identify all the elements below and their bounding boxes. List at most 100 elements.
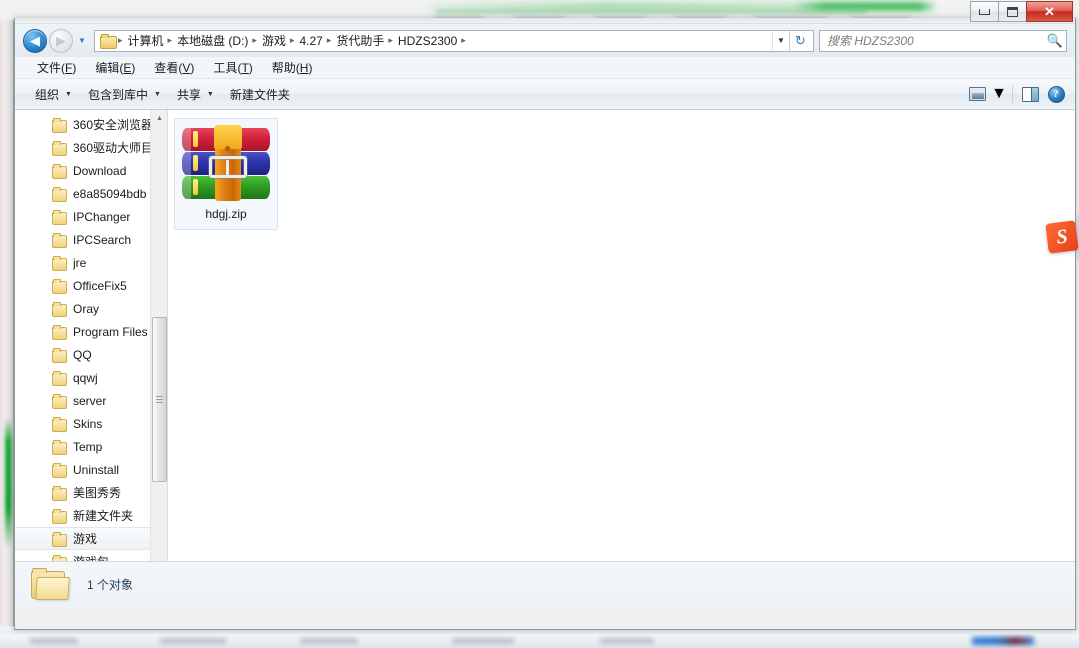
search-placeholder: 搜索 HDZS2300 — [827, 34, 914, 48]
taskbar-item[interactable] — [452, 638, 514, 644]
taskbar-item[interactable] — [600, 638, 654, 644]
close-button[interactable]: ✕ — [1026, 1, 1073, 22]
tree-item-label: server — [73, 393, 107, 408]
taskbar[interactable] — [0, 634, 1079, 648]
folder-icon — [51, 439, 67, 455]
breadcrumb-separator[interactable]: ▸ — [326, 35, 334, 46]
folder-icon — [51, 347, 67, 363]
refresh-button[interactable]: ↻ — [789, 30, 811, 51]
history-dropdown-button[interactable]: ▼ — [74, 30, 90, 52]
scroll-up-button[interactable]: ▲ — [151, 110, 167, 127]
folder-icon — [100, 33, 117, 49]
new-folder-button[interactable]: 新建文件夹 — [222, 82, 298, 107]
search-icon: 🔍 — [1046, 32, 1064, 48]
breadcrumb-item-3[interactable]: 4.27 — [296, 34, 325, 48]
tree-item-ipchanger[interactable]: IPChanger — [15, 205, 167, 228]
breadcrumb-item-5[interactable]: HDZS2300 — [395, 34, 460, 48]
tree-item-ipcsearch[interactable]: IPCSearch — [15, 228, 167, 251]
minimize-button[interactable] — [970, 1, 999, 22]
window-controls[interactable]: ✕ — [970, 1, 1073, 22]
menu-item-edit-label: 编辑 — [95, 61, 120, 75]
taskbar-item[interactable] — [300, 638, 358, 644]
tree-item-label: OfficeFix5 — [73, 278, 127, 293]
tree-item-qqwj[interactable]: qqwj — [15, 366, 167, 389]
breadcrumb-item-0[interactable]: 计算机 — [125, 32, 167, 49]
breadcrumb-separator[interactable]: ▸ — [251, 35, 259, 46]
folder-icon — [51, 416, 67, 432]
menu-item-file[interactable]: 文件(F) — [28, 57, 86, 78]
folder-icon — [51, 140, 67, 156]
breadcrumb-separator[interactable]: ▸ — [460, 35, 468, 46]
breadcrumb-separator[interactable]: ▸ — [289, 35, 297, 46]
breadcrumb-item-4[interactable]: 货代助手 — [333, 32, 387, 49]
breadcrumb-separator[interactable]: ▸ — [387, 35, 395, 46]
menu-item-view-label: 查看 — [154, 61, 179, 75]
folder-icon — [51, 485, 67, 501]
search-input[interactable]: 搜索 HDZS2300 🔍 — [819, 29, 1067, 52]
folder-icon — [51, 163, 67, 179]
breadcrumb-separator[interactable]: ▸ — [167, 35, 175, 46]
tree-item-oray[interactable]: Oray — [15, 297, 167, 320]
tree-item-label: 新建文件夹 — [73, 509, 134, 523]
scrollbar-grip-icon — [156, 396, 163, 403]
include-in-library-button[interactable]: 包含到库中 ▼ — [80, 82, 169, 107]
tree-item-label: jre — [73, 255, 87, 270]
forward-arrow-icon: ▶ — [56, 33, 66, 48]
breadcrumb-item-1[interactable]: 本地磁盘 (D:) — [174, 32, 251, 49]
preview-pane-icon — [1021, 86, 1039, 102]
folder-icon — [51, 278, 67, 294]
breadcrumb-item-2[interactable]: 游戏 — [259, 32, 289, 49]
tree-item-label: qqwj — [73, 370, 98, 385]
menu-item-view-accel: V — [182, 61, 191, 75]
preview-pane-button[interactable] — [1017, 83, 1043, 105]
background-green-line — [436, 10, 866, 13]
back-arrow-icon: ◀ — [30, 33, 40, 48]
tree-item-server[interactable]: server — [15, 389, 167, 412]
share-button[interactable]: 共享 ▼ — [169, 82, 222, 107]
breadcrumb[interactable]: ▸ 计算机 ▸ 本地磁盘 (D:) ▸ 游戏 ▸ 4.27 ▸ 货代助手 ▸ H… — [94, 29, 814, 52]
organize-button[interactable]: 组织 ▼ — [27, 82, 80, 107]
forward-button[interactable]: ▶ — [49, 28, 73, 53]
file-item-hdgj-zip[interactable]: hdgj.zip — [174, 118, 278, 230]
sogou-logo-icon[interactable]: S — [1045, 220, 1079, 254]
tree-item-label: IPChanger — [73, 209, 131, 224]
view-mode-button[interactable] — [964, 83, 990, 105]
tree-item-e8a85094bdb[interactable]: e8a85094bdb — [15, 182, 167, 205]
taskbar-item[interactable] — [30, 638, 78, 644]
tree-item-360anquanliulanqi[interactable]: 360安全浏览器 — [15, 113, 167, 136]
menu-item-help[interactable]: 帮助(H) — [263, 57, 323, 78]
tree-item-360qudongdashi[interactable]: 360驱动大师目 — [15, 136, 167, 159]
menu-item-tools-label: 工具 — [213, 61, 238, 75]
tree-item-youxi[interactable]: 游戏 — [15, 527, 167, 550]
scrollbar-thumb[interactable] — [152, 317, 167, 482]
taskbar-tray[interactable] — [972, 637, 1034, 645]
breadcrumb-separator: ▸ — [118, 35, 123, 45]
menu-item-edit[interactable]: 编辑(E) — [86, 57, 145, 78]
tree-item-qq[interactable]: QQ — [15, 343, 167, 366]
sogou-logo-letter: S — [1055, 225, 1069, 249]
folder-icon — [51, 324, 67, 340]
restore-icon — [1007, 6, 1018, 17]
status-object-count: 1 个对象 — [87, 578, 134, 592]
tree-item-temp[interactable]: Temp — [15, 435, 167, 458]
navigation-scrollbar[interactable]: ▲ ▼ — [150, 110, 167, 583]
help-button[interactable]: ? — [1043, 83, 1069, 105]
help-icon: ? — [1047, 85, 1065, 103]
file-list-pane[interactable]: hdgj.zip — [168, 110, 1075, 583]
tree-item-xinjianwenjianjia[interactable]: 新建文件夹 — [15, 504, 167, 527]
main-content: 360安全浏览器 360驱动大师目 Download e8a85094bdb I… — [15, 110, 1075, 583]
restore-button[interactable] — [998, 1, 1027, 22]
taskbar-item[interactable] — [160, 638, 226, 644]
menu-item-view[interactable]: 查看(V) — [145, 57, 204, 78]
tree-item-uninstall[interactable]: Uninstall — [15, 458, 167, 481]
view-mode-dropdown-button[interactable]: ▼ — [990, 83, 1008, 105]
tree-item-download[interactable]: Download — [15, 159, 167, 182]
tree-item-meituxiuxiu[interactable]: 美图秀秀 — [15, 481, 167, 504]
tree-item-officefix5[interactable]: OfficeFix5 — [15, 274, 167, 297]
tree-item-program-files[interactable]: Program Files — [15, 320, 167, 343]
menu-item-tools[interactable]: 工具(T) — [204, 57, 262, 78]
back-button[interactable]: ◀ — [23, 28, 47, 53]
tree-item-jre[interactable]: jre — [15, 251, 167, 274]
tree-item-skins[interactable]: Skins — [15, 412, 167, 435]
address-dropdown-button[interactable]: ▼ — [772, 30, 789, 51]
